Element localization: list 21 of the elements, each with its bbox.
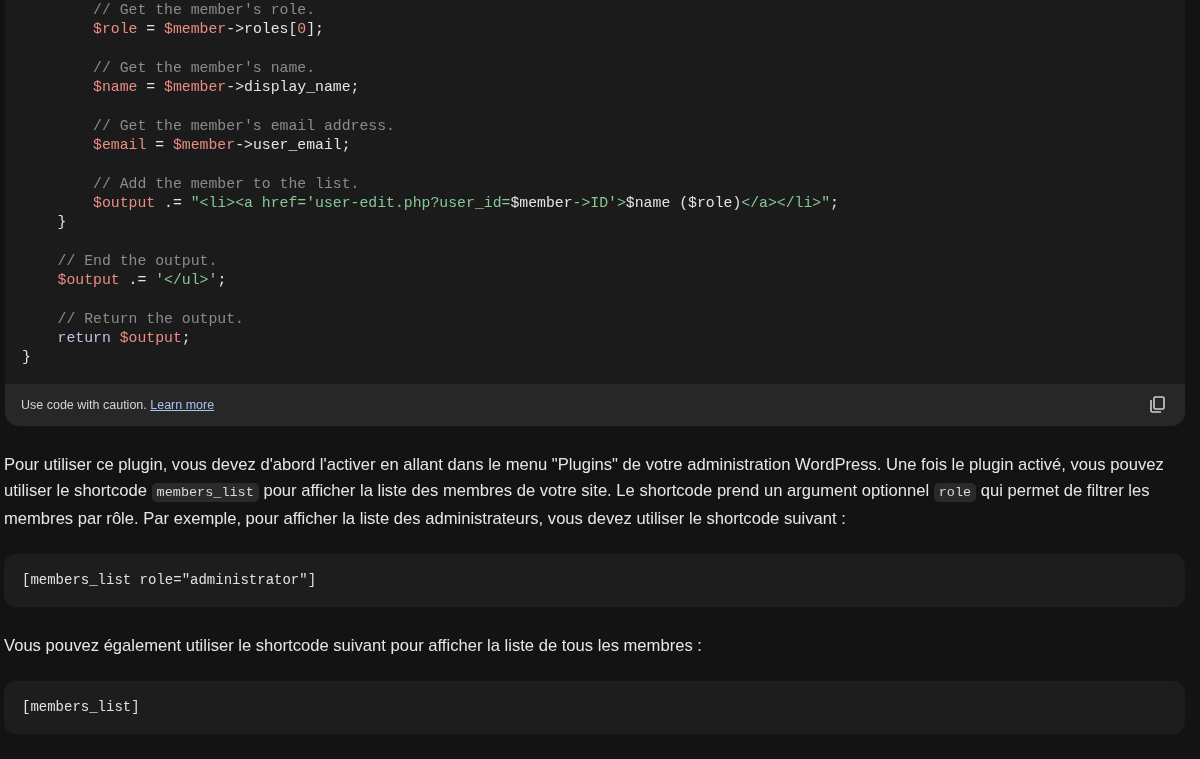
code-line: // Get the member's name. [92, 58, 317, 78]
code-line: $name = $member->display_name; [92, 78, 361, 98]
code-line: } [22, 348, 32, 368]
code-line: // End the output. [56, 251, 219, 271]
paragraph-text: Pour utiliser ce plugin, vous devez d'abord l'activer en allant dans le menu "Plugins" de votre administration WordPress. Une fois le plugin activé, vous pouvez utiliser le shortcode members_list pour afficher la liste des membres de votre site. Le shortcode prend un argument optionnel role qui permet de filtrer les membres par rôle. Par exemple, pour afficher la liste des administrateurs, vous devez utiliser le shortcode suivant : [4, 453, 1165, 530]
snippet-code: [members_list role="administrator"] [22, 572, 317, 589]
code-line: return $output; [56, 329, 192, 349]
paragraph-text: Vous pouvez également utiliser le shortcode suivant pour afficher la liste de tous les membres : [4, 634, 703, 657]
code-line: $email = $member->user_email; [92, 136, 352, 156]
code-line: // Get the member's email address. [92, 116, 396, 136]
code-line: $output .= '</ul>'; [56, 271, 228, 291]
learn-more-link[interactable]: Learn more [150, 397, 215, 412]
copy-icon[interactable] [1149, 396, 1165, 414]
snippet-code: [members_list] [22, 699, 140, 716]
code-line: } [56, 213, 68, 233]
caution-notice: Use code with caution. Learn more [21, 397, 215, 412]
code-line: $role = $member->roles[0]; [92, 20, 325, 40]
code-line: $output .= "<li><a href='user-edit.php?user_id=$member->ID'>$name ($role)</a></li>"; [92, 193, 840, 213]
code-line: // Return the output. [56, 309, 245, 329]
code-line: // Add the member to the list. [92, 174, 361, 194]
code-line: // Get the member's role. [92, 1, 317, 20]
